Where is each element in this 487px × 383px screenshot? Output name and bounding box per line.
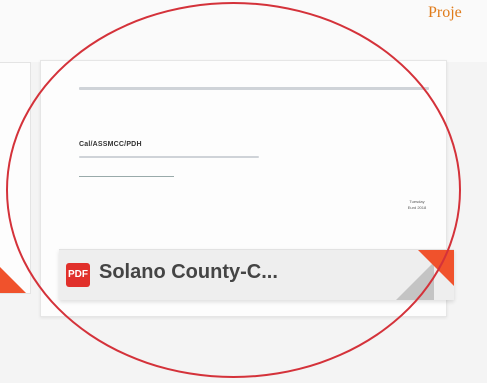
preview-line <box>79 87 429 90</box>
preview-line <box>79 156 259 158</box>
adjacent-file-card[interactable] <box>0 62 31 294</box>
file-footer[interactable]: PDF Solano County-C... <box>59 249 454 300</box>
top-strip <box>0 0 487 62</box>
card-corner-fold <box>418 250 454 286</box>
file-card[interactable]: Cal/ASSMCC/PDH Tuesday Eurd 2018 PDF Sol… <box>40 60 454 317</box>
card-corner-fold <box>0 267 26 293</box>
pdf-icon: PDF <box>66 263 90 287</box>
preview-heading: Cal/ASSMCC/PDH <box>79 141 142 148</box>
file-name[interactable]: Solano County-C... <box>99 261 278 284</box>
preview-side-text: Tuesday Eurd 2018 <box>407 199 427 210</box>
preview-divider <box>79 176 174 177</box>
page-title: Proje <box>428 4 462 21</box>
document-preview[interactable]: Cal/ASSMCC/PDH Tuesday Eurd 2018 <box>41 61 446 241</box>
